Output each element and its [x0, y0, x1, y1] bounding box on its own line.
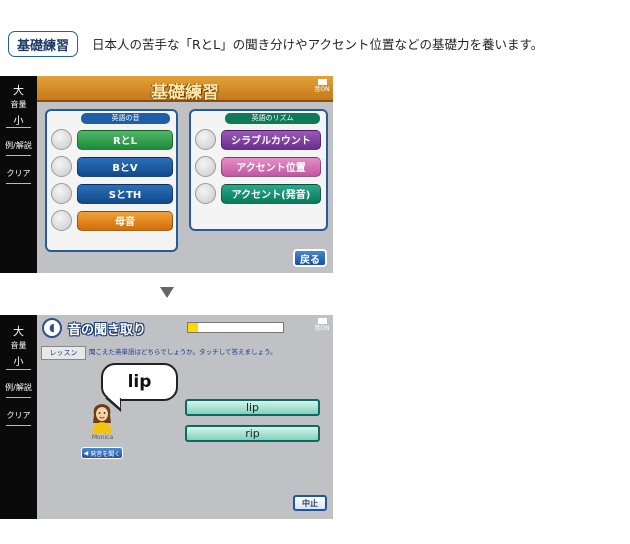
battery-icon: 音ON [314, 318, 330, 338]
basic-practice-screen: 大 音量 小 例/解説 クリア 基礎練習 音ON 英語の音 RとL BとV Sと… [0, 76, 333, 273]
header-bar: ◖ 音の聞き取り 音ON [37, 315, 333, 342]
divider [6, 397, 31, 398]
rl-button[interactable]: RとL [77, 129, 173, 150]
panel-sounds: 英語の音 RとL BとV SとTH 母音 [45, 109, 178, 252]
sth-button[interactable]: SとTH [77, 183, 173, 204]
sound-status: 音ON [314, 86, 330, 93]
speaker-icon: ◀ [83, 449, 89, 457]
sidebar: 大 音量 小 例/解説 クリア [0, 76, 37, 273]
volume-down-button[interactable]: 小 [0, 353, 37, 368]
list-item: アクセント位置 [195, 156, 321, 177]
section-description: 日本人の苦手な「RとL」の聞き分けやアクセント位置などの基礎力を養います。 [92, 37, 544, 52]
list-item: SとTH [51, 183, 173, 204]
clear-button[interactable]: クリア [0, 410, 37, 421]
main-area: 基礎練習 音ON 英語の音 RとL BとV SとTH 母音 英語のリズム シラブ… [37, 76, 333, 273]
answer-option-lip[interactable]: lip [185, 399, 320, 416]
panel-heading: 英語の音 [81, 113, 170, 124]
battery-icon: 音ON [314, 79, 330, 99]
page-title: 音の聞き取り [68, 323, 147, 338]
list-item: アクセント(発音) [195, 183, 321, 204]
divider [6, 127, 31, 128]
bv-button[interactable]: BとV [77, 156, 173, 177]
list-item: BとV [51, 156, 173, 177]
main-area: ◖ 音の聞き取り 音ON レッスン 聞こえた英単語はどちらでしょうか。タッチして… [37, 315, 333, 519]
progress-bar [187, 322, 284, 333]
medal-icon [195, 156, 216, 177]
medal-icon [195, 129, 216, 150]
play-pronunciation-button[interactable]: ◀ 発音を聞く [81, 447, 123, 459]
divider [6, 369, 31, 370]
medal-icon [195, 183, 216, 204]
medal-icon [51, 129, 72, 150]
section-badge: 基礎練習 [8, 31, 78, 57]
accent-position-button[interactable]: アクセント位置 [221, 156, 321, 177]
ear-icon: ◖ [42, 318, 62, 338]
speech-bubble: lip [101, 363, 178, 401]
header-bar: 基礎練習 音ON [37, 76, 333, 103]
medal-icon [51, 183, 72, 204]
example-button[interactable]: 例/解説 [0, 382, 37, 393]
stop-button[interactable]: 中止 [293, 495, 327, 511]
syllable-count-button[interactable]: シラブルカウント [221, 129, 321, 150]
progress-fill [188, 323, 198, 332]
clear-button[interactable]: クリア [0, 168, 37, 179]
list-item: 母音 [51, 210, 173, 231]
play-label: 発音を聞く [90, 450, 121, 458]
panel-rhythm: 英語のリズム シラブルカウント アクセント位置 アクセント(発音) [189, 109, 328, 231]
volume-label: 音量 [10, 341, 27, 350]
listening-screen: 大 音量 小 例/解説 クリア ◖ 音の聞き取り 音ON レッスン 聞こえた英単… [0, 315, 333, 519]
back-button[interactable]: 戻る [293, 249, 327, 267]
panel-heading: 英語のリズム [225, 113, 320, 124]
speaker-avatar [92, 404, 112, 433]
accent-pronunciation-button[interactable]: アクセント(発音) [221, 183, 321, 204]
instruction-text: 聞こえた英単語はどちらでしょうか。タッチして答えましょう。 [89, 348, 277, 356]
sidebar: 大 音量 小 例/解説 クリア [0, 315, 37, 519]
down-arrow-icon [160, 287, 174, 298]
volume-up-button[interactable]: 大 [0, 82, 37, 98]
tab-lesson[interactable]: レッスン [41, 346, 86, 360]
volume-down-button[interactable]: 小 [0, 112, 37, 127]
medal-icon [51, 210, 72, 231]
speaker-name: Monica [91, 434, 114, 441]
divider [6, 425, 31, 426]
vowel-button[interactable]: 母音 [77, 210, 173, 231]
divider [6, 155, 31, 156]
sound-status: 音ON [314, 325, 330, 332]
answer-option-rip[interactable]: rip [185, 425, 320, 442]
page-title: 基礎練習 [151, 83, 219, 103]
divider [6, 183, 31, 184]
list-item: RとL [51, 129, 173, 150]
list-item: シラブルカウント [195, 129, 321, 150]
medal-icon [51, 156, 72, 177]
example-button[interactable]: 例/解説 [0, 140, 37, 151]
volume-label: 音量 [10, 100, 27, 109]
volume-up-button[interactable]: 大 [0, 323, 37, 339]
